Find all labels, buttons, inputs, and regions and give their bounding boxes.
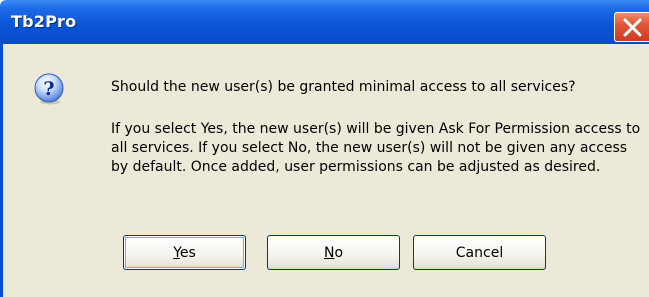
message-dialog: Tb2Pro ? Should the new user(s) be grant… xyxy=(0,0,649,297)
cancel-button[interactable]: Cancel xyxy=(413,235,546,270)
cancel-button-label: Cancel xyxy=(455,244,504,261)
yes-button-label: Yes xyxy=(173,244,196,261)
details-text: If you select Yes, the new user(s) will … xyxy=(111,121,641,175)
title-bar[interactable]: Tb2Pro xyxy=(0,0,649,44)
no-button-label: No xyxy=(323,244,344,261)
window-title: Tb2Pro xyxy=(11,12,77,31)
yes-button[interactable]: Yes xyxy=(123,235,246,270)
no-button[interactable]: No xyxy=(267,235,400,270)
question-text: Should the new user(s) be granted minima… xyxy=(111,79,576,95)
close-icon xyxy=(623,18,642,37)
question-icon: ? xyxy=(34,73,64,105)
svg-text:?: ? xyxy=(43,78,54,100)
close-button[interactable] xyxy=(614,12,649,42)
